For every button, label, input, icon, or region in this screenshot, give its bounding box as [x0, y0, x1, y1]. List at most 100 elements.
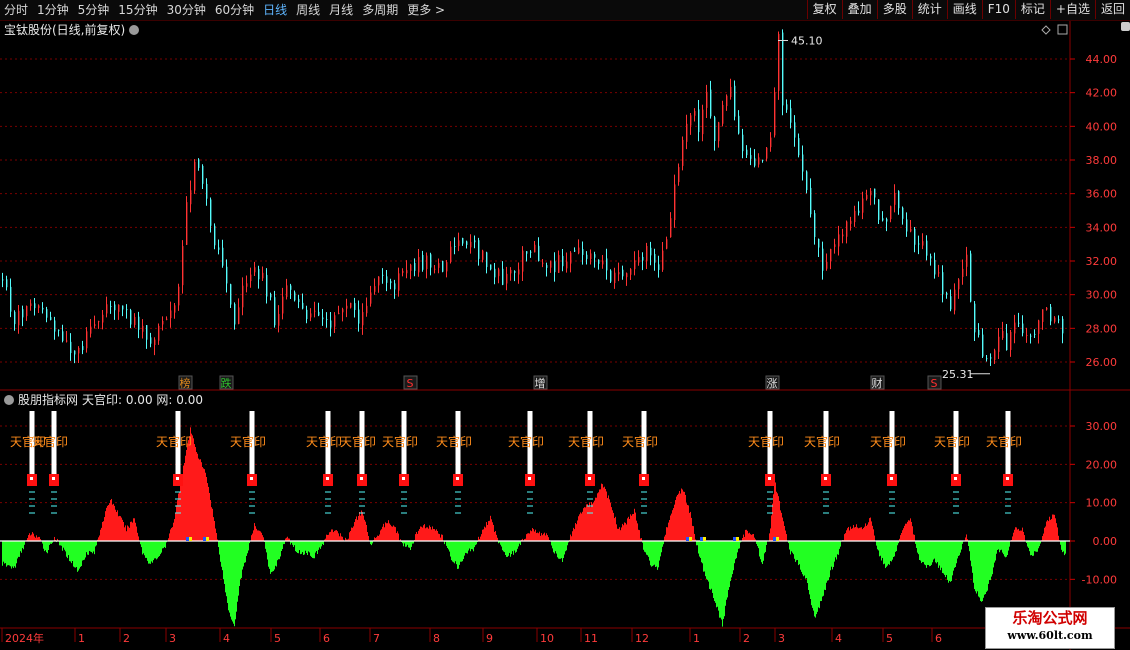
oscillator-bar — [415, 534, 416, 541]
tab-2[interactable]: 5分钟 — [78, 2, 110, 18]
candle-body — [814, 213, 816, 237]
candle-body — [946, 293, 948, 295]
date-label: 4 — [835, 632, 842, 645]
date-label: 12 — [635, 632, 649, 645]
oscillator-bar — [73, 541, 74, 567]
oscillator-bar — [894, 541, 895, 557]
oscillator-bar — [917, 541, 918, 553]
oscillator-bar — [151, 541, 152, 562]
oscillator-bar — [206, 476, 207, 541]
oscillator-bar — [903, 528, 904, 541]
oscillator-bar — [193, 438, 194, 541]
candle-body — [458, 240, 460, 247]
candle-body — [726, 95, 728, 107]
oscillator-bar — [907, 521, 908, 541]
candle-body — [1050, 306, 1052, 322]
oscillator-bar — [517, 541, 518, 549]
panel-toggle-icon[interactable] — [1121, 22, 1130, 31]
signal-block-dot — [890, 477, 893, 480]
candle-body — [318, 311, 320, 316]
oscillator-bar — [331, 529, 332, 541]
price-tick-label: 34.00 — [1086, 221, 1118, 234]
oscillator-bar — [946, 541, 947, 576]
oscillator-bar — [880, 541, 881, 556]
candle-body — [122, 305, 124, 310]
oscillator-bar — [864, 526, 865, 541]
tab-4[interactable]: 30分钟 — [167, 2, 206, 18]
tab-7[interactable]: 周线 — [296, 2, 320, 18]
tab-0[interactable]: 分时 — [4, 2, 28, 18]
oscillator-bar — [795, 541, 796, 562]
oscillator-bar — [160, 541, 161, 555]
oscillator-bar — [475, 541, 476, 546]
candle-body — [574, 250, 576, 252]
oscillator-bar — [107, 505, 108, 541]
toolbar-button-8[interactable]: 返回 — [1094, 0, 1130, 19]
oscillator-bar — [391, 526, 392, 541]
oscillator-bar — [389, 523, 390, 541]
oscillator-bar — [83, 541, 84, 561]
oscillator-bar — [45, 541, 46, 551]
oscillator-bar — [270, 541, 271, 574]
oscillator-bar — [838, 541, 839, 555]
tab-6[interactable]: 日线 — [263, 2, 287, 18]
signal-label: 天官印 — [340, 434, 376, 449]
toolbar-button-3[interactable]: 统计 — [911, 0, 947, 19]
oscillator-bar — [976, 541, 977, 594]
oscillator-bar — [980, 541, 981, 601]
date-label: 3 — [169, 632, 176, 645]
candle-body — [898, 191, 900, 209]
tab-8[interactable]: 月线 — [329, 2, 353, 18]
toolbar-button-7[interactable]: +自选 — [1049, 0, 1095, 19]
signal-block-dot — [52, 477, 55, 480]
oscillator-bar — [607, 498, 608, 541]
tab-10[interactable]: 更多 > — [407, 2, 445, 18]
oscillator-bar — [667, 527, 668, 541]
tab-1[interactable]: 1分钟 — [37, 2, 69, 18]
candle-body — [222, 247, 224, 266]
oscillator-bar — [826, 541, 827, 583]
oscillator-bar — [596, 497, 597, 541]
toolbar-button-1[interactable]: 叠加 — [841, 0, 877, 19]
oscillator-bar — [728, 541, 729, 590]
oscillator-bar — [330, 531, 331, 541]
candle-body — [610, 270, 612, 282]
oscillator-bar — [839, 541, 840, 549]
candle-body — [562, 255, 564, 267]
oscillator-bar — [699, 541, 700, 557]
tab-5[interactable]: 60分钟 — [215, 2, 254, 18]
oscillator-bar — [1062, 541, 1063, 553]
oscillator-bar — [821, 541, 822, 602]
oscillator-bar — [959, 541, 960, 556]
oscillator-bar — [361, 510, 362, 541]
candle-body — [958, 279, 960, 290]
candle-body — [630, 269, 632, 275]
candle-body — [1058, 319, 1060, 321]
toolbar-button-5[interactable]: F10 — [981, 0, 1015, 19]
candle-body — [978, 329, 980, 335]
toolbar-button-6[interactable]: 标记 — [1014, 0, 1050, 19]
candle-body — [62, 331, 64, 341]
candle-body — [886, 219, 888, 222]
oscillator-bar — [554, 541, 555, 554]
candle-body — [410, 264, 412, 271]
oscillator-bar — [561, 541, 562, 559]
oscillator-bar — [339, 536, 340, 541]
toolbar-button-2[interactable]: 多股 — [876, 0, 912, 19]
oscillator-bar — [349, 532, 350, 541]
tab-9[interactable]: 多周期 — [362, 2, 398, 18]
oscillator-bar — [247, 541, 248, 554]
oscillator-bar — [231, 541, 232, 620]
oscillator-bar — [637, 523, 638, 541]
toolbar-button-4[interactable]: 画线 — [946, 0, 982, 19]
oscillator-bar — [22, 541, 23, 549]
oscillator-bar — [644, 541, 645, 552]
tab-3[interactable]: 15分钟 — [118, 2, 157, 18]
oscillator-bar — [248, 541, 249, 551]
oscillator-bar — [203, 468, 204, 541]
oscillator-bar — [420, 526, 421, 541]
oscillator-bar — [996, 541, 997, 554]
oscillator-bar — [233, 541, 234, 624]
candle-body — [942, 272, 944, 295]
toolbar-button-0[interactable]: 复权 — [806, 0, 842, 19]
